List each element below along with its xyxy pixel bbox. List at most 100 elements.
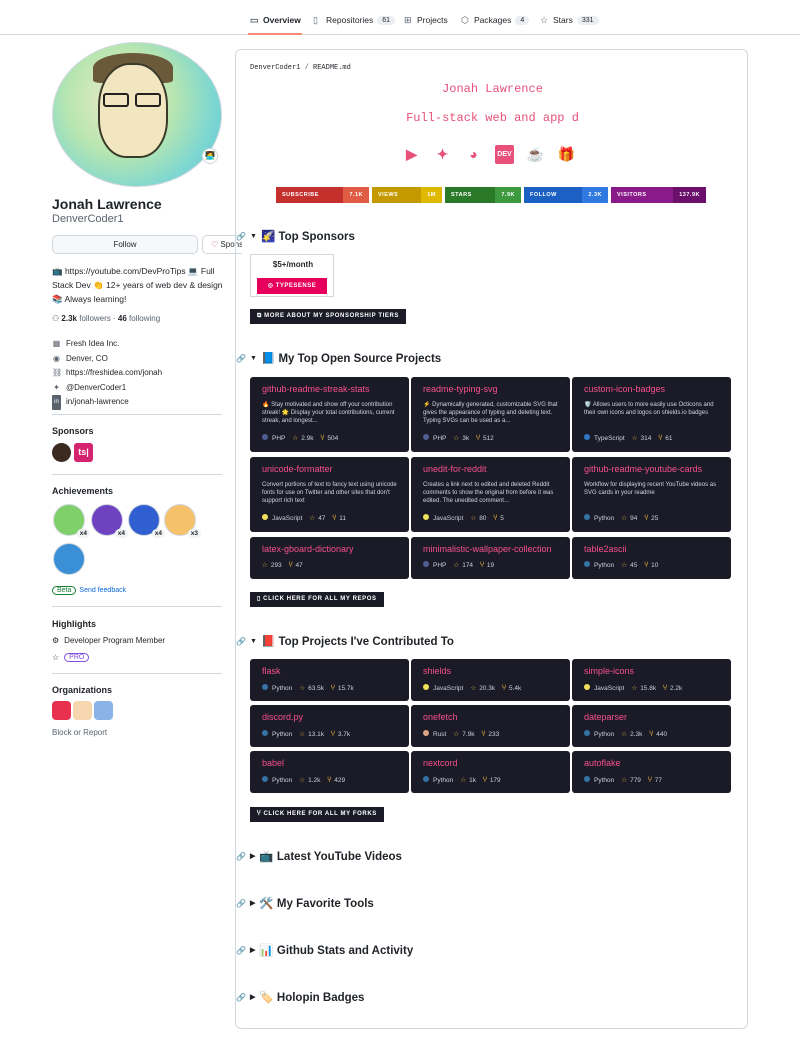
repo-name[interactable]: shields <box>423 666 451 676</box>
repo-card[interactable]: unicode-formatter Convert portions of tex… <box>250 457 409 532</box>
sponsor-typesense-logo[interactable]: ts| <box>74 443 93 462</box>
anchor-link-icon[interactable]: 🔗 <box>236 993 246 1002</box>
repo-card[interactable]: dateparser Python ☆ 2.3k Ⴤ 440 <box>572 705 731 747</box>
repo-name[interactable]: github-readme-youtube-cards <box>584 464 702 474</box>
repo-name[interactable]: nextcord <box>423 758 458 768</box>
repo-name[interactable]: readme-typing-svg <box>423 384 498 394</box>
linkedin-link[interactable]: in in/jonah-lawrence <box>52 395 162 410</box>
tab-overview[interactable]: ▭ Overview <box>250 11 301 29</box>
tab-projects[interactable]: ⊞ Projects <box>404 11 448 29</box>
readme-breadcrumb: DenverCoder1 / README.md <box>250 64 351 72</box>
repo-name[interactable]: minimalistic-wallpaper-collection <box>423 544 552 554</box>
website-link[interactable]: ⛓ https://freshidea.com/jonah <box>52 366 162 381</box>
gift-icon[interactable]: 🎁 <box>557 145 576 164</box>
org-avatar[interactable] <box>94 701 113 720</box>
repo-card[interactable]: onefetch Rust ☆ 7.9k Ⴤ 233 <box>411 705 570 747</box>
repo-card[interactable]: babel Python ☆ 1.2k Ⴤ 429 <box>250 751 409 793</box>
repo-name[interactable]: onefetch <box>423 712 458 722</box>
repo-language: Python <box>584 776 614 784</box>
repo-card[interactable]: custom-icon-badges 🛡️ Allows users to mor… <box>572 377 731 452</box>
repo-card[interactable]: minimalistic-wallpaper-collection PHP ☆ 174… <box>411 537 570 579</box>
repo-card[interactable]: simple-icons JavaScript ☆ 15.8k Ⴤ 2.2k <box>572 659 731 701</box>
anchor-link-icon[interactable]: 🔗 <box>236 852 246 861</box>
achievement-starstruck[interactable]: x3 <box>165 505 201 538</box>
tab-repositories[interactable]: ▯ Repositories 61 <box>313 11 396 29</box>
readme-file-link[interactable]: README.md <box>313 64 351 72</box>
all-repos-button[interactable]: ▯ CLICK HERE FOR ALL MY REPOS <box>250 592 384 607</box>
send-feedback-link[interactable]: Send feedback <box>79 587 126 594</box>
achievement-pair-extraordinaire[interactable]: x4 <box>54 505 90 538</box>
repo-meta: Rust ☆ 7.9k Ⴤ 233 <box>423 730 499 738</box>
twitter-icon[interactable]: ✦ <box>433 145 452 164</box>
twitter-link[interactable]: ✦ @DenverCoder1 <box>52 381 162 396</box>
sponsor-avatar[interactable] <box>52 443 71 462</box>
following-label[interactable]: following <box>129 314 160 323</box>
section-top-projects[interactable]: 🔗 ▼ 📘 My Top Open Source Projects <box>236 351 441 365</box>
repo-name[interactable]: latex-gboard-dictionary <box>262 544 354 554</box>
follow-badge[interactable]: FOLLOW 2.3K <box>524 187 608 203</box>
org-avatar[interactable] <box>52 701 71 720</box>
avatar[interactable] <box>52 42 222 187</box>
repo-card[interactable]: readme-typing-svg ⚡ Dynamically generated… <box>411 377 570 452</box>
divider <box>52 673 222 674</box>
repo-card[interactable]: latex-gboard-dictionary ☆ 293 Ⴤ 47 <box>250 537 409 579</box>
stars-badge[interactable]: STARS 7.9K <box>445 187 521 203</box>
repo-card[interactable]: flask Python ☆ 63.5k Ⴤ 15.7k <box>250 659 409 701</box>
kofi-icon[interactable]: ☕ <box>526 145 545 164</box>
anchor-link-icon[interactable]: 🔗 <box>236 899 246 908</box>
status-emoji[interactable]: 🧑‍💻 <box>202 148 218 164</box>
views-badge[interactable]: VIEWS 1M <box>372 187 442 203</box>
repo-name[interactable]: discord.py <box>262 712 303 722</box>
repo-card[interactable]: discord.py Python ☆ 13.1k Ⴤ 3.7k <box>250 705 409 747</box>
achievement-pull-shark[interactable]: x4 <box>129 505 165 538</box>
repo-card[interactable]: nextcord Python ☆ 1k Ⴤ 179 <box>411 751 570 793</box>
subscribe-badge[interactable]: SUBSCRIBE 7.1K <box>276 187 369 203</box>
all-forks-button[interactable]: Ⴤ CLICK HERE FOR ALL MY FORKS <box>250 807 384 822</box>
discord-icon[interactable]: ◕ <box>464 145 483 164</box>
repo-name[interactable]: table2ascii <box>584 544 627 554</box>
repo-name[interactable]: github-readme-streak-stats <box>262 384 370 394</box>
typesense-sponsor-logo[interactable]: ◎ TYPESENSE <box>257 278 327 294</box>
repo-name[interactable]: dateparser <box>584 712 627 722</box>
achievement-galaxy-brain[interactable]: x4 <box>92 505 128 538</box>
repo-name[interactable]: autoflake <box>584 758 621 768</box>
youtube-icon[interactable]: ▶ <box>402 145 421 164</box>
section-top-sponsors[interactable]: 🔗 ▼ 🌠 Top Sponsors <box>236 229 355 243</box>
repo-language: Python <box>584 514 614 522</box>
repo-name[interactable]: babel <box>262 758 284 768</box>
readme-owner-link[interactable]: DenverCoder1 <box>250 64 300 72</box>
sponsorship-tiers-button[interactable]: ⧉ MORE ABOUT MY SPONSORSHIP TIERS <box>250 309 406 324</box>
anchor-link-icon[interactable]: 🔗 <box>236 637 246 646</box>
follow-button[interactable]: Follow <box>52 235 198 254</box>
repo-name[interactable]: custom-icon-badges <box>584 384 665 394</box>
tab-stars[interactable]: ☆ Stars 331 <box>540 11 599 29</box>
achievement-arctic-vault[interactable] <box>54 544 84 574</box>
repo-card[interactable]: github-readme-youtube-cards Workflow for … <box>572 457 731 532</box>
followers-label[interactable]: followers <box>79 314 111 323</box>
followers-count[interactable]: 2.3k <box>61 314 77 323</box>
repo-card[interactable]: unedit-for-reddit Creates a link next to … <box>411 457 570 532</box>
anchor-link-icon[interactable]: 🔗 <box>236 232 246 241</box>
section-youtube-videos[interactable]: 🔗 ▶ 📺 Latest YouTube Videos <box>236 849 402 863</box>
block-or-report-link[interactable]: Block or Report <box>52 728 107 737</box>
dev-icon[interactable]: DEV <box>495 145 514 164</box>
anchor-link-icon[interactable]: 🔗 <box>236 354 246 363</box>
following-count[interactable]: 46 <box>118 314 127 323</box>
section-favorite-tools[interactable]: 🔗 ▶ 🛠️ My Favorite Tools <box>236 896 374 910</box>
org-avatar[interactable] <box>73 701 92 720</box>
anchor-link-icon[interactable]: 🔗 <box>236 946 246 955</box>
repo-card[interactable]: autoflake Python ☆ 779 Ⴤ 77 <box>572 751 731 793</box>
repo-card[interactable]: github-readme-streak-stats 🔥 Stay motivat… <box>250 377 409 452</box>
repo-card[interactable]: shields JavaScript ☆ 20.3k Ⴤ 5.4k <box>411 659 570 701</box>
tab-packages[interactable]: ⬡ Packages 4 <box>461 11 530 29</box>
visitors-badge[interactable]: VISITORS 137.9K <box>611 187 706 203</box>
section-holopin-badges[interactable]: 🔗 ▶ 🏷️ Holopin Badges <box>236 990 364 1004</box>
section-contributed-projects[interactable]: 🔗 ▼ 📕 Top Projects I've Contributed To <box>236 634 454 648</box>
repo-name[interactable]: simple-icons <box>584 666 634 676</box>
divider <box>52 606 222 607</box>
section-github-stats[interactable]: 🔗 ▶ 📊 Github Stats and Activity <box>236 943 413 957</box>
repo-name[interactable]: unicode-formatter <box>262 464 333 474</box>
repo-card[interactable]: table2ascii Python ☆ 45 Ⴤ 10 <box>572 537 731 579</box>
repo-name[interactable]: flask <box>262 666 281 676</box>
repo-name[interactable]: unedit-for-reddit <box>423 464 487 474</box>
